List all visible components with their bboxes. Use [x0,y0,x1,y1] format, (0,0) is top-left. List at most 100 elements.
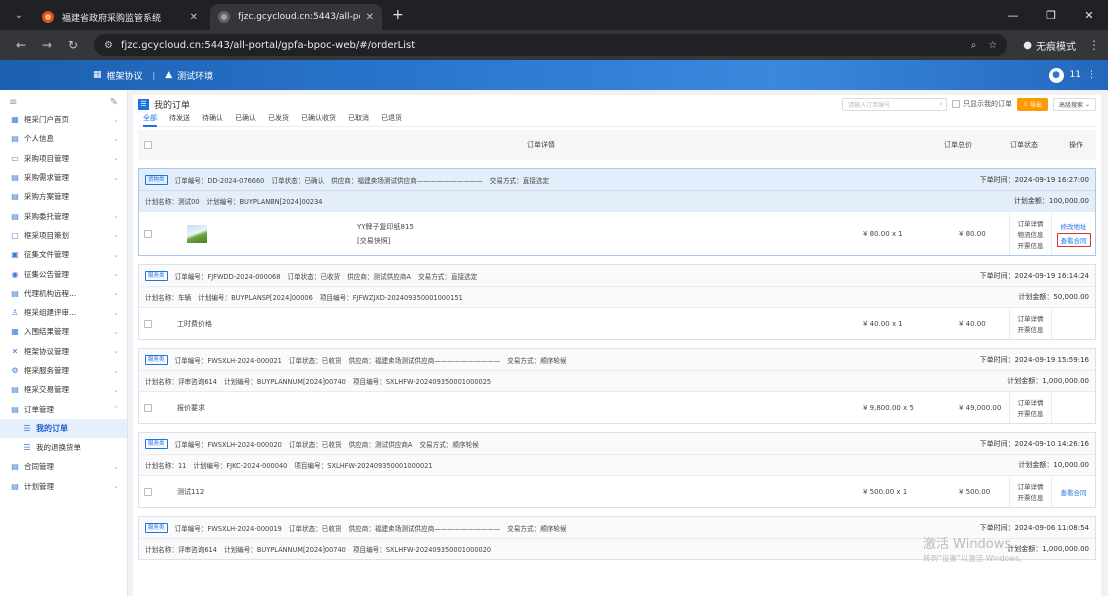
sidebar-item-agency[interactable]: ▤ 代理机构远程... ⌄ [0,284,127,303]
trade-snapshot-link[interactable]: [交易快照] [357,236,414,246]
close-tab-icon[interactable]: ✕ [190,12,198,23]
order-type-badge: 服务类 [145,354,168,365]
back-icon[interactable]: ← [8,38,34,52]
service-name[interactable]: 工时费价格 [163,319,212,329]
sidebar-item-results[interactable]: ▦ 入围结果管理 ⌄ [0,322,127,341]
sidebar: ≡ ✎ ▦ 框采门户首页 ⌄ ▤ 个人信息 ⌄ ▭ 采购项目管理 ⌄ ▤ 采购需求管理 ⌄ ▤ 采… [0,90,128,596]
header-item-env[interactable]: ▲ 测试环境 [165,69,213,82]
order-plan-row: 计划名称：车辆 计划编号：BUYPLANSP[2024]00006 项目编号：F… [139,286,1095,307]
sidebar-item-services[interactable]: ⚙ 框采服务管理 ⌄ [0,361,127,380]
site-favicon-icon [218,11,230,23]
minimize-icon[interactable]: — [994,0,1032,30]
sidebar-item-home[interactable]: ▦ 框采门户首页 ⌄ [0,110,127,129]
select-all-checkbox[interactable] [144,141,152,149]
sidebar-item-entrust[interactable]: ▤ 采购委托管理 ⌄ [0,206,127,225]
order-time: 下单时间：2024-09-06 11:08:54 [979,523,1089,532]
checkbox-box[interactable] [952,100,961,108]
url-input[interactable]: ⚙ fjzc.gcycloud.cn:5443/all-portal/gpfa-… [94,34,1008,56]
pin-icon[interactable]: ✎ [110,97,118,108]
row-checkbox[interactable] [144,403,152,412]
reload-icon[interactable]: ↻ [60,38,86,52]
plan-name: 计划名称：11 [145,462,187,470]
plan-number: 计划编号：BUYPLANSP[2024]00006 [198,294,313,302]
sidebar-item-plan[interactable]: ▤ 采购方案管理 [0,187,127,206]
close-tab-icon[interactable]: ✕ [366,12,374,23]
invoice-link[interactable]: 开票信息 [1018,492,1044,502]
sidebar-item-profile[interactable]: ▤ 个人信息 ⌄ [0,129,127,148]
sidebar-item-demand[interactable]: ▤ 采购需求管理 ⌄ [0,168,127,187]
search-icon[interactable]: ⌕ [939,100,943,109]
service-name[interactable]: 测试112 [163,487,204,497]
sidebar-item-collect-files[interactable]: ▣ 征集文件管理 ⌄ [0,245,127,264]
browser-tab-1[interactable]: 福建省政府采购监管系统 ✕ [34,4,206,30]
product-name[interactable]: YY牌子复印纸815 [357,222,414,232]
list-icon: ☰ [138,98,149,110]
sidebar-item-my-orders[interactable]: ☰ 我的订单 [0,418,127,439]
filter-tab-confirmed[interactable]: 已确认 [235,113,256,127]
incognito-indicator[interactable]: ● 无痕模式 [1023,38,1076,53]
new-tab-icon[interactable]: + [392,7,404,23]
filter-tab-all[interactable]: 全部 [143,113,157,127]
sidebar-item-returns[interactable]: ☰ 我的退换货单 [0,438,127,457]
invoice-link[interactable]: 开票信息 [1018,408,1044,418]
order-detail-link[interactable]: 订单详情 [1018,313,1044,323]
sidebar-item-notices[interactable]: ◉ 征集公告管理 ⌄ [0,264,127,283]
file-icon: ▣ [11,250,19,260]
order-meta-row: 货物类 订单编号：DD-2024-076660 订单状态：已确认 供应商：福建卖… [139,169,1095,190]
view-contract-link[interactable]: 查看合同 [1056,232,1091,247]
order-detail-link[interactable]: 订单详情 [1018,397,1044,407]
header-item-framework[interactable]: ▦ 框架协议 [93,69,143,82]
filter-tab-returned[interactable]: 已退货 [381,113,402,127]
sidebar-item-trade[interactable]: ▤ 框采交易管理 ⌄ [0,380,127,399]
browser-menu-icon[interactable]: ⋮ [1088,38,1100,52]
filter-tab-to-send[interactable]: 待发送 [169,113,190,127]
invoice-link[interactable]: 开票信息 [1018,240,1044,250]
filter-tab-cancelled[interactable]: 已取消 [348,113,369,127]
chevron-down-icon: ⌄ [113,462,119,471]
column-header-detail: 订单详情 [527,141,555,149]
order-detail-link[interactable]: 订单详情 [1018,481,1044,491]
restore-icon[interactable]: ❐ [1032,0,1070,30]
tab-search-icon[interactable]: ⌄ [8,4,30,26]
search-input[interactable]: 请输入订单编号 ⌕ [842,97,948,111]
browser-tab-2[interactable]: fjzc.gcycloud.cn:5443/all-por ✕ [210,4,382,30]
sidebar-item-planning[interactable]: ▢ 框采项目策划 ⌄ [0,226,127,245]
zoom-icon[interactable]: ⌕ [971,40,977,51]
filter-tab-shipped[interactable]: 已发货 [268,113,289,127]
product-thumbnail[interactable] [187,224,207,243]
site-info-icon[interactable]: ⚙ [104,40,113,51]
order-actions [1051,392,1095,423]
close-window-icon[interactable]: ✕ [1070,0,1108,30]
filter-tab-received[interactable]: 已确认收货 [301,113,336,127]
sidebar-item-agreements[interactable]: ✕ 框架协议管理 ⌄ [0,342,127,361]
view-contract-link[interactable]: 查看合同 [1061,487,1087,497]
order-detail-link[interactable]: 订单详情 [1018,218,1044,228]
sidebar-item-review[interactable]: ♙ 框采组建评审... ⌄ [0,303,127,322]
service-name[interactable]: 报价要求 [163,403,205,413]
menu-toggle-icon[interactable]: ≡ [9,97,17,108]
user-menu[interactable]: ● 11 ⋮ [1048,67,1096,83]
bookmark-star-icon[interactable]: ☆ [988,40,997,51]
order-time: 下单时间：2024-09-19 15:59:16 [979,355,1089,364]
edit-address-link[interactable]: 修改地址 [1061,221,1087,231]
forward-icon[interactable]: → [34,38,60,52]
invoice-link[interactable]: 开票信息 [1018,324,1044,334]
advanced-search-button[interactable]: 高级搜索 ⌄ [1053,97,1096,111]
status-filter-tabs: 全部 待发送 待确认 已确认 已发货 已确认收货 已取消 已退货 [138,113,1096,127]
row-checkbox[interactable] [144,319,152,328]
sidebar-item-contracts[interactable]: ▤ 合同管理 ⌄ [0,457,127,476]
order-status: 订单状态：已收货 [288,524,342,533]
logistics-link[interactable]: 物流信息 [1018,229,1044,239]
sidebar-item-orders[interactable]: ▤ 订单管理 ⌃ [0,399,127,418]
grid-icon: ▦ [11,115,19,125]
only-mine-checkbox[interactable]: 只显示我的订单 [952,99,1012,109]
export-button[interactable]: ⇪ 导出 [1017,97,1049,111]
sidebar-item-projects[interactable]: ▭ 采购项目管理 ⌄ [0,149,127,168]
user-icon: ♙ [11,308,19,318]
sidebar-item-plans[interactable]: ▤ 计划管理 ⌄ [0,477,127,496]
more-icon[interactable]: ⋮ [1087,70,1096,80]
filter-tab-to-confirm[interactable]: 待确认 [202,113,223,127]
row-checkbox[interactable] [144,229,152,238]
plan-name: 计划名称：评审咨询614 [145,378,217,386]
row-checkbox[interactable] [144,487,152,496]
